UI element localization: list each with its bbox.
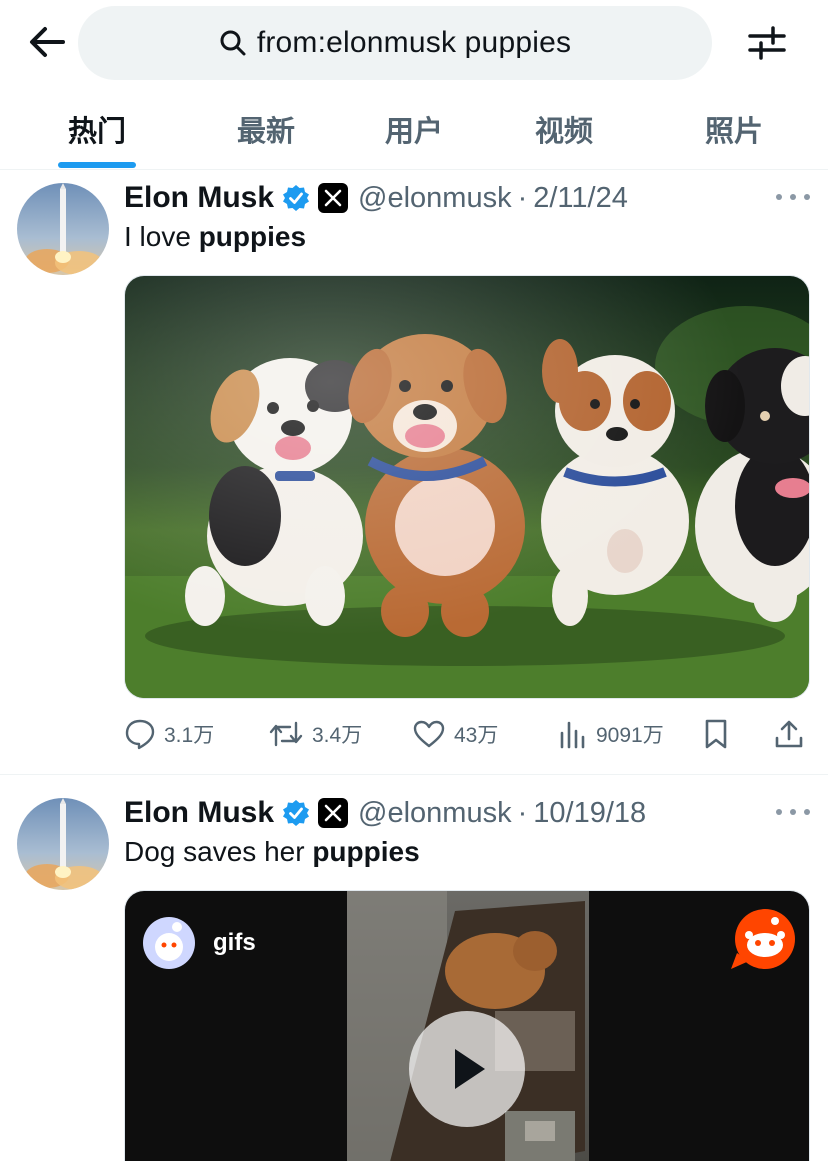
search-icon — [220, 30, 246, 56]
tweet-image[interactable] — [124, 275, 810, 699]
tweet-video[interactable]: gifs — [124, 890, 810, 1161]
x-logo-icon — [318, 798, 349, 828]
reply-icon — [125, 719, 155, 750]
view-count: 9091万 — [596, 724, 664, 747]
tab-label: 用户 — [384, 116, 443, 148]
tab-latest[interactable]: 最新 — [198, 96, 334, 170]
search-tabs: 热门 最新 用户 视频 照片 — [0, 96, 828, 170]
tab-label: 照片 — [704, 116, 763, 148]
retweet-icon — [269, 721, 303, 747]
tweet-header: Elon Musk @elonmusk · 2/11/24 — [124, 177, 628, 219]
author-handle[interactable]: @elonmusk — [358, 797, 512, 830]
heart-icon — [413, 720, 445, 748]
author-name[interactable]: Elon Musk — [124, 796, 274, 830]
tab-people[interactable]: 用户 — [346, 96, 482, 170]
tweet-date[interactable]: 10/19/18 — [533, 797, 646, 830]
tweet-actions: 3.1万 3.4万 43万 9091万 — [124, 711, 810, 757]
tab-label: 视频 — [534, 116, 593, 148]
tab-label: 热门 — [67, 116, 126, 148]
x-logo-icon — [318, 183, 349, 213]
separator-dot: · — [517, 181, 528, 214]
highlighted-term: puppies — [312, 836, 420, 867]
video-source-label: gifs — [213, 929, 256, 956]
bookmark-button[interactable] — [702, 711, 730, 757]
tweet-text: Dog saves her puppies — [124, 836, 420, 867]
retweet-button[interactable]: 3.4万 — [268, 711, 362, 757]
tweet[interactable]: Elon Musk @elonmusk · 2/11/24 I love pup… — [0, 171, 828, 775]
verified-badge-icon — [282, 799, 310, 827]
share-icon — [775, 720, 803, 748]
more-dots-icon[interactable] — [776, 802, 810, 822]
tweet-text: I love puppies — [124, 221, 307, 252]
reply-count: 3.1万 — [164, 724, 215, 747]
tab-videos[interactable]: 视频 — [496, 96, 632, 170]
tab-top[interactable]: 热门 — [30, 96, 164, 170]
author-handle[interactable]: @elonmusk — [358, 182, 512, 215]
more-dots-icon[interactable] — [776, 187, 810, 207]
like-button[interactable]: 43万 — [412, 711, 498, 757]
avatar[interactable] — [17, 183, 109, 275]
retweet-count: 3.4万 — [312, 724, 363, 747]
tab-photos[interactable]: 照片 — [666, 96, 802, 170]
tweet[interactable]: Elon Musk @elonmusk · 10/19/18 Dog saves… — [0, 776, 828, 1161]
author-name[interactable]: Elon Musk — [124, 181, 274, 215]
arrow-left-icon — [30, 27, 65, 57]
reply-button[interactable]: 3.1万 — [124, 711, 214, 757]
tweet-date[interactable]: 2/11/24 — [533, 182, 628, 215]
views-chart-icon — [560, 721, 585, 749]
search-query: from:elonmusk puppies — [256, 26, 572, 59]
tweet-header: Elon Musk @elonmusk · 10/19/18 — [124, 792, 646, 834]
search-filter-button[interactable] — [740, 20, 794, 66]
back-button[interactable] — [22, 20, 72, 64]
like-count: 43万 — [454, 724, 499, 747]
separator-dot: · — [517, 796, 528, 829]
play-icon — [409, 1011, 525, 1127]
tab-label: 最新 — [236, 116, 295, 148]
search-input[interactable]: from:elonmusk puppies — [78, 6, 712, 80]
avatar[interactable] — [17, 798, 109, 890]
sliders-icon — [748, 26, 786, 60]
share-button[interactable] — [774, 711, 804, 757]
top-bar: from:elonmusk puppies — [0, 0, 828, 88]
verified-badge-icon — [282, 184, 310, 212]
active-tab-indicator — [58, 162, 136, 168]
views-button[interactable]: 9091万 — [558, 711, 664, 757]
bookmark-icon — [705, 719, 727, 749]
highlighted-term: puppies — [198, 221, 307, 252]
